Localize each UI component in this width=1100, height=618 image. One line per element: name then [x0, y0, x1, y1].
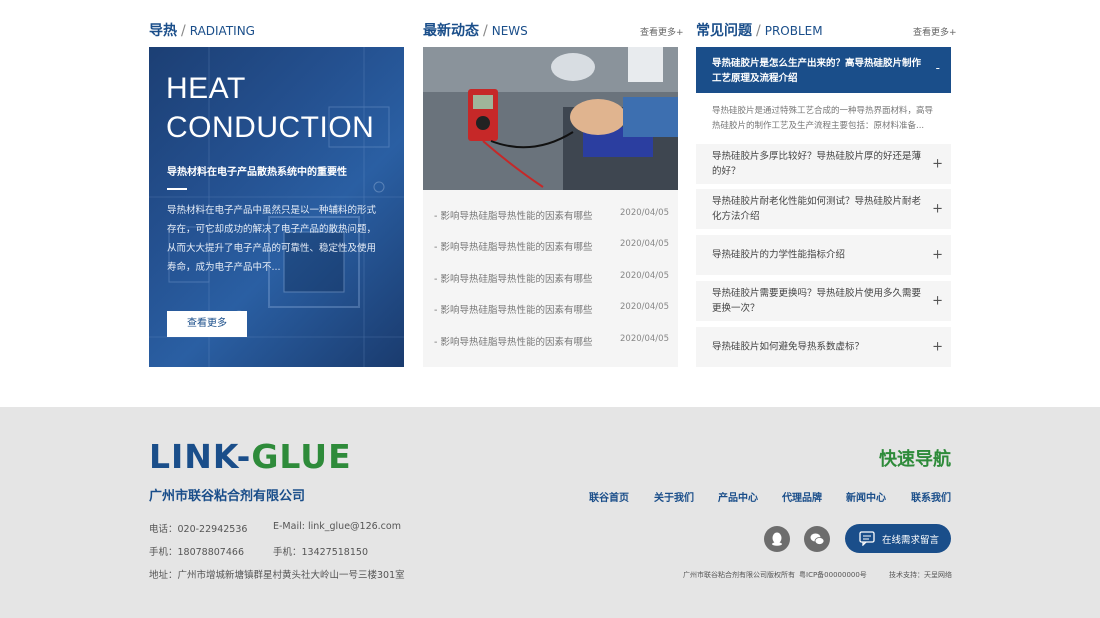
chat-icon	[859, 531, 875, 546]
collapse-icon[interactable]: -	[936, 61, 940, 75]
quick-nav-title: 快速导航	[879, 449, 951, 470]
content-section: 导热 / RADIATING HEAT CONDUCTION 导热材料在电子产品散热…	[0, 0, 1100, 407]
company-logo[interactable]: LINK-GLUE	[149, 440, 352, 474]
news-title-cn: 最新动态	[423, 23, 479, 39]
icp-number[interactable]: 粤ICP备00000000号	[799, 570, 867, 580]
nav-link-about[interactable]: 关于我们	[654, 489, 694, 504]
nav-link-home[interactable]: 联谷首页	[589, 489, 629, 504]
faq-question[interactable]: 导热硅胶片如何避免导热系数虚标？	[712, 340, 924, 355]
copyright-text: 广州市联谷粘合剂有限公司版权所有	[683, 571, 795, 579]
faq-question[interactable]: 导热硅胶片是怎么生产出来的？高导热硅胶片制作工艺原理及流程介绍	[712, 56, 922, 86]
title-slash: /	[181, 23, 186, 39]
news-item-title[interactable]: - 影响导热硅脂导热性能的因素有哪些	[434, 334, 592, 348]
nav-link-products[interactable]: 产品中心	[718, 489, 758, 504]
problem-title: 常见问题 / PROBLEM	[696, 20, 823, 40]
tech-support: 技术支持：天呈网络	[889, 571, 952, 579]
expand-icon[interactable]: +	[932, 340, 943, 355]
news-list: - 影响导热硅脂导热性能的因素有哪些 2020/04/05 - 影响导热硅脂导热性…	[423, 190, 678, 367]
email-address: E-Mail: link_glue@126.com	[273, 521, 401, 532]
faq-item[interactable]: 导热硅胶片多厚比较好？导热硅胶片厚的好还是薄的好？ +	[696, 144, 951, 184]
faq-answer-text: 导热硅胶片是通过特殊工艺合成的一种导热界面材料，高导热硅胶片的制作工艺及生产流程…	[712, 106, 934, 131]
news-title: 最新动态 / NEWS	[423, 20, 528, 40]
heat-description: 导热材料在电子产品中虽然只是以一种辅料的形式存在，可它却成功的解决了电子产品的散…	[167, 205, 377, 273]
qq-icon[interactable]	[764, 526, 790, 552]
news-item-title[interactable]: - 影响导热硅脂导热性能的因素有哪些	[434, 271, 592, 285]
news-item[interactable]: - 影响导热硅脂导热性能的因素有哪些 2020/04/05	[434, 334, 669, 354]
news-item-date: 2020/04/05	[620, 334, 669, 344]
nav-link-brands[interactable]: 代理品牌	[782, 489, 822, 504]
heat-heading-line1: HEAT	[166, 72, 246, 105]
faq-item-expanded[interactable]: 导热硅胶片是怎么生产出来的？高导热硅胶片制作工艺原理及流程介绍 -	[696, 47, 951, 93]
nav-link-news[interactable]: 新闻中心	[846, 489, 886, 504]
heat-heading: HEAT CONDUCTION	[166, 69, 374, 147]
news-item-date: 2020/04/05	[620, 208, 669, 218]
logo-text-link: LINK-	[149, 437, 252, 476]
faq-item[interactable]: 导热硅胶片如何避免导热系数虚标？ +	[696, 327, 951, 367]
wechat-icon[interactable]	[804, 526, 830, 552]
site-footer: LINK-GLUE 广州市联谷粘合剂有限公司 电话：020-22942536 E…	[0, 407, 1100, 618]
car-repair-photo	[423, 47, 678, 190]
faq-question[interactable]: 导热硅胶片耐老化性能如何测试？导热硅胶片耐老化方法介绍	[712, 194, 924, 224]
address: 地址：广州市增城新塘镇群星村黄头社大岭山一号三楼301室	[149, 570, 405, 581]
divider-bar	[167, 188, 187, 190]
faq-item[interactable]: 导热硅胶片耐老化性能如何测试？导热硅胶片耐老化方法介绍 +	[696, 189, 951, 229]
news-item-date: 2020/04/05	[620, 302, 669, 312]
online-message-label[interactable]: 在线需求留言	[882, 532, 939, 546]
heat-heading-line2: CONDUCTION	[166, 111, 375, 144]
news-item[interactable]: - 影响导热硅脂导热性能的因素有哪些 2020/04/05	[434, 208, 669, 228]
news-item[interactable]: - 影响导热硅脂导热性能的因素有哪些 2020/04/05	[434, 271, 669, 291]
expand-icon[interactable]: +	[932, 294, 943, 309]
view-more-button[interactable]: 查看更多	[167, 311, 247, 337]
news-more-link[interactable]: 查看更多+	[640, 25, 684, 38]
faq-question[interactable]: 导热硅胶片的力学性能指标介绍	[712, 248, 924, 263]
news-item-date: 2020/04/05	[620, 239, 669, 249]
news-item[interactable]: - 影响导热硅脂导热性能的因素有哪些 2020/04/05	[434, 239, 669, 259]
radiating-title-en: RADIATING	[189, 24, 255, 38]
title-slash: /	[756, 23, 761, 39]
expand-icon[interactable]: +	[932, 202, 943, 217]
heat-conduction-banner: HEAT CONDUCTION 导热材料在电子产品散热系统中的重要性 导热材料在…	[149, 47, 404, 367]
expand-icon[interactable]: +	[932, 248, 943, 263]
news-item-title[interactable]: - 影响导热硅脂导热性能的因素有哪些	[434, 208, 592, 222]
news-item-title[interactable]: - 影响导热硅脂导热性能的因素有哪些	[434, 302, 592, 316]
online-message-button[interactable]: 在线需求留言	[845, 524, 951, 553]
radiating-title: 导热 / RADIATING	[149, 20, 255, 40]
news-item-date: 2020/04/05	[620, 271, 669, 281]
logo-text-glue: GLUE	[251, 437, 352, 476]
news-title-en: NEWS	[491, 24, 528, 38]
company-name: 广州市联谷粘合剂有限公司	[149, 489, 306, 504]
faq-question[interactable]: 导热硅胶片多厚比较好？导热硅胶片厚的好还是薄的好？	[712, 149, 924, 179]
faq-item[interactable]: 导热硅胶片的力学性能指标介绍 +	[696, 235, 951, 275]
phone-number: 电话：020-22942536	[149, 524, 248, 535]
expand-icon[interactable]: +	[932, 157, 943, 172]
problem-title-cn: 常见问题	[696, 23, 752, 39]
faq-question[interactable]: 导热硅胶片需要更换吗？导热硅胶片使用多久需要更换一次？	[712, 286, 924, 316]
title-slash: /	[483, 23, 488, 39]
radiating-title-cn: 导热	[149, 23, 177, 39]
faq-item[interactable]: 导热硅胶片需要更换吗？导热硅胶片使用多久需要更换一次？ +	[696, 281, 951, 321]
news-item[interactable]: - 影响导热硅脂导热性能的因素有哪些 2020/04/05	[434, 302, 669, 322]
news-item-title[interactable]: - 影响导热硅脂导热性能的因素有哪些	[434, 239, 592, 253]
mobile-number: 手机：18078807466	[149, 547, 244, 558]
mobile-number: 手机：13427518150	[273, 547, 368, 558]
problem-title-en: PROBLEM	[764, 24, 823, 38]
problem-more-link[interactable]: 查看更多+	[913, 25, 957, 38]
nav-link-contact[interactable]: 联系我们	[911, 489, 951, 504]
heat-subtitle: 导热材料在电子产品散热系统中的重要性	[167, 167, 347, 178]
faq-answer: 导热硅胶片是通过特殊工艺合成的一种导热界面材料，高导热硅胶片的制作工艺及生产流程…	[696, 93, 951, 140]
news-photo	[423, 47, 678, 190]
